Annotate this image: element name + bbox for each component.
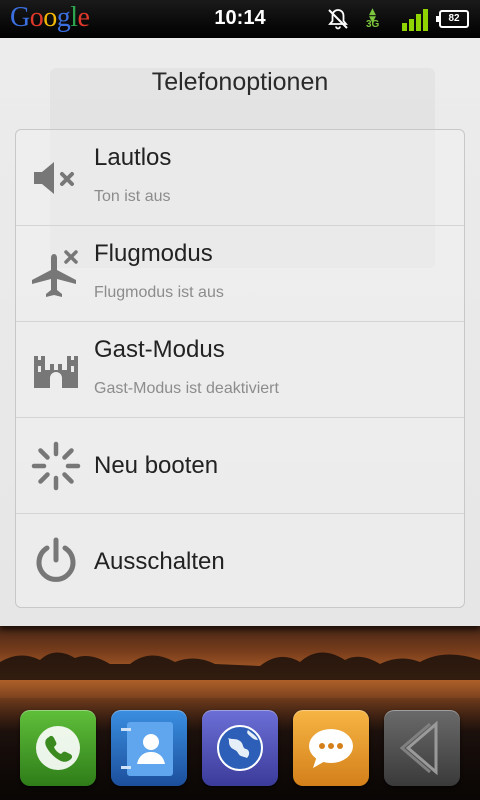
dock-back[interactable] (384, 710, 460, 786)
option-subtitle: Ton ist aus (94, 188, 171, 205)
battery-icon: 82 (436, 10, 469, 28)
signal-bar (423, 9, 428, 31)
network-label: 3G (366, 19, 380, 30)
messages-icon (309, 729, 353, 768)
dock-phone[interactable] (20, 710, 96, 786)
option-list: Lautlos Ton ist aus Flugmodus Flugmodus … (15, 129, 465, 608)
back-icon (399, 720, 438, 776)
status-bar: Google 10:14 ▲ ▼ 3G 82 (0, 0, 480, 38)
dock (0, 698, 480, 800)
option-silent[interactable]: Lautlos Ton ist aus (16, 130, 464, 226)
option-title: Lautlos (94, 144, 172, 171)
tree-silhouette (0, 652, 480, 680)
airplane-icon (32, 250, 78, 297)
dialog-title: Telefonoptionen (151, 68, 329, 96)
option-guest-mode[interactable]: Gast-Modus Gast-Modus ist deaktiviert (16, 322, 464, 418)
battery-level: 82 (448, 13, 460, 24)
castle-icon (34, 356, 78, 388)
option-airplane[interactable]: Flugmodus Flugmodus ist aus (16, 226, 464, 322)
option-subtitle: Gast-Modus ist deaktiviert (94, 380, 279, 397)
signal-bar (409, 19, 414, 31)
phone-options-dialog: Telefonoptionen Lautlos Ton ist aus Flug… (0, 38, 480, 626)
dock-browser[interactable] (202, 710, 278, 786)
speaker-muted-icon (34, 162, 74, 194)
network-3g-icon: ▲ ▼ 3G (366, 8, 386, 32)
power-icon (36, 537, 76, 582)
option-title: Gast-Modus (94, 336, 225, 363)
option-subtitle: Flugmodus ist aus (94, 284, 224, 301)
dock-contacts[interactable] (111, 710, 187, 786)
option-title: Neu booten (94, 452, 219, 479)
option-title: Flugmodus (94, 240, 213, 267)
reboot-spinner-icon (31, 441, 81, 491)
notifications-muted-icon (328, 9, 348, 30)
option-title: Ausschalten (94, 548, 225, 575)
option-reboot[interactable]: Neu booten (16, 418, 464, 514)
signal-bar (416, 14, 421, 31)
dock-messages[interactable] (293, 710, 369, 786)
phone-icon (36, 726, 80, 770)
option-power-off[interactable]: Ausschalten (16, 514, 464, 607)
contacts-icon (121, 722, 173, 776)
browser-icon (217, 725, 263, 771)
signal-bar (402, 23, 407, 31)
signal-strength-icon (402, 9, 428, 31)
